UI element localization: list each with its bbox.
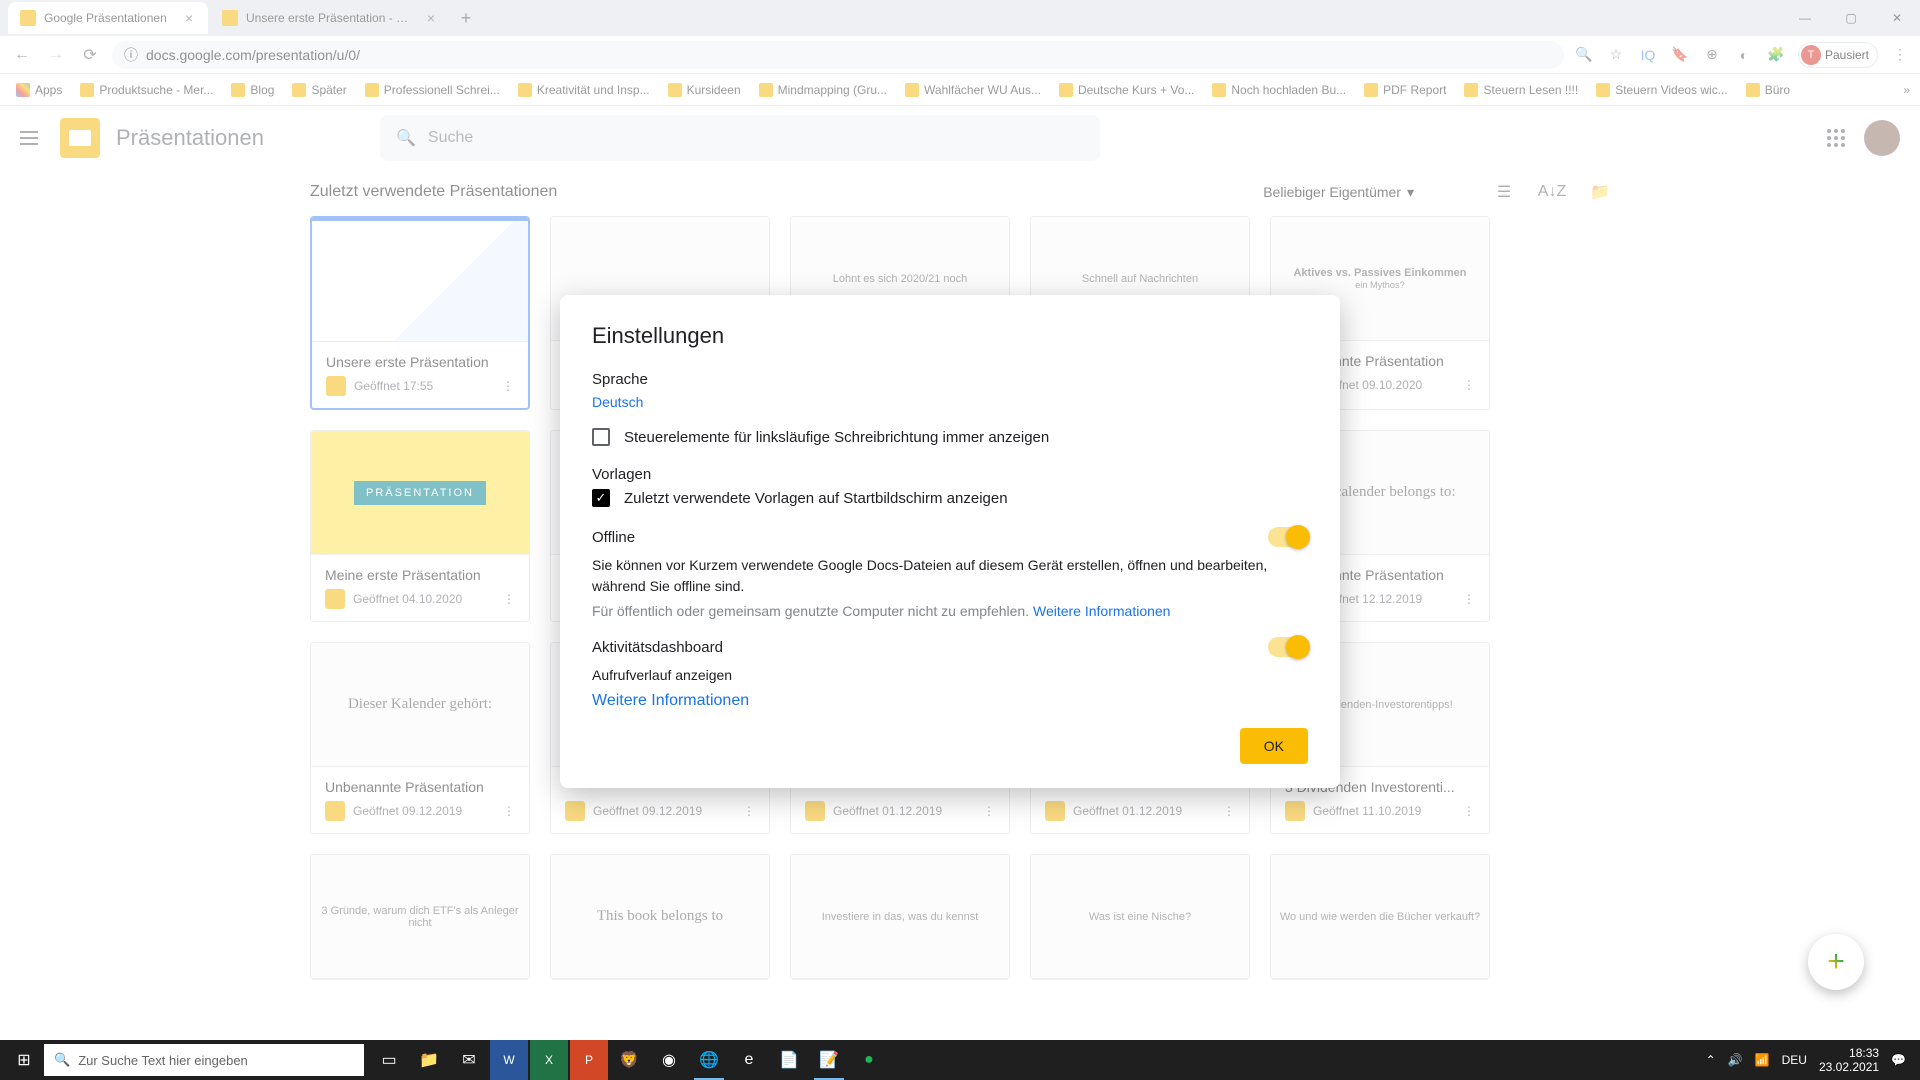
- powerpoint-icon[interactable]: P: [570, 1040, 608, 1080]
- excel-icon[interactable]: X: [530, 1040, 568, 1080]
- brave-icon[interactable]: 🦁: [610, 1040, 648, 1080]
- wifi-icon[interactable]: 📶: [1755, 1053, 1770, 1067]
- app-icon[interactable]: 📄: [770, 1040, 808, 1080]
- checkbox-unchecked[interactable]: [592, 428, 610, 446]
- volume-icon[interactable]: 🔊: [1728, 1053, 1743, 1067]
- offline-description: Sie können vor Kurzem verwendete Google …: [592, 555, 1308, 597]
- obs-icon[interactable]: ◉: [650, 1040, 688, 1080]
- mail-icon[interactable]: ✉: [450, 1040, 488, 1080]
- checkbox-checked[interactable]: ✓: [592, 489, 610, 507]
- new-presentation-fab[interactable]: +: [1808, 934, 1864, 990]
- offline-label: Offline: [592, 529, 635, 546]
- offline-toggle[interactable]: [1268, 527, 1308, 547]
- dialog-title: Einstellungen: [592, 323, 1308, 349]
- notifications-icon[interactable]: 💬: [1891, 1053, 1906, 1067]
- more-info-link[interactable]: Weitere Informationen: [1033, 603, 1170, 619]
- chrome-icon[interactable]: 🌐: [690, 1040, 728, 1080]
- ok-button[interactable]: OK: [1240, 728, 1308, 764]
- edge-icon[interactable]: e: [730, 1040, 768, 1080]
- windows-search[interactable]: 🔍 Zur Suche Text hier eingeben: [44, 1044, 364, 1076]
- clock[interactable]: 18:33 23.02.2021: [1819, 1046, 1879, 1075]
- system-tray: ⌃ 🔊 📶 DEU 18:33 23.02.2021 💬: [1706, 1046, 1916, 1075]
- activity-description: Aufrufverlauf anzeigen: [592, 665, 1308, 686]
- start-button[interactable]: ⊞: [4, 1040, 44, 1080]
- offline-warning: Für öffentlich oder gemeinsam genutzte C…: [592, 603, 1308, 619]
- language-indicator[interactable]: DEU: [1782, 1053, 1807, 1067]
- task-view-icon[interactable]: ▭: [370, 1040, 408, 1080]
- templates-label: Vorlagen: [592, 466, 1308, 483]
- search-icon: 🔍: [54, 1052, 70, 1068]
- explorer-icon[interactable]: 📁: [410, 1040, 448, 1080]
- templates-checkbox-row[interactable]: ✓ Zuletzt verwendete Vorlagen auf Startb…: [592, 489, 1308, 507]
- language-label: Sprache: [592, 371, 1308, 388]
- language-link[interactable]: Deutsch: [592, 394, 643, 410]
- templates-check-label: Zuletzt verwendete Vorlagen auf Startbil…: [624, 490, 1008, 507]
- notepad-icon[interactable]: 📝: [810, 1040, 848, 1080]
- more-info-link[interactable]: Weitere Informationen: [592, 692, 749, 709]
- spotify-icon[interactable]: ●: [850, 1040, 888, 1080]
- word-icon[interactable]: W: [490, 1040, 528, 1080]
- rtl-label: Steuerelemente für linksläufige Schreibr…: [624, 429, 1049, 446]
- plus-icon: +: [1827, 945, 1845, 979]
- activity-toggle[interactable]: [1268, 637, 1308, 657]
- settings-dialog: Einstellungen Sprache Deutsch Steuerelem…: [560, 295, 1340, 788]
- rtl-checkbox-row[interactable]: Steuerelemente für linksläufige Schreibr…: [592, 428, 1308, 446]
- tray-chevron-icon[interactable]: ⌃: [1706, 1053, 1716, 1067]
- windows-taskbar: ⊞ 🔍 Zur Suche Text hier eingeben ▭ 📁 ✉ W…: [0, 1040, 1920, 1080]
- activity-label: Aktivitätsdashboard: [592, 639, 723, 656]
